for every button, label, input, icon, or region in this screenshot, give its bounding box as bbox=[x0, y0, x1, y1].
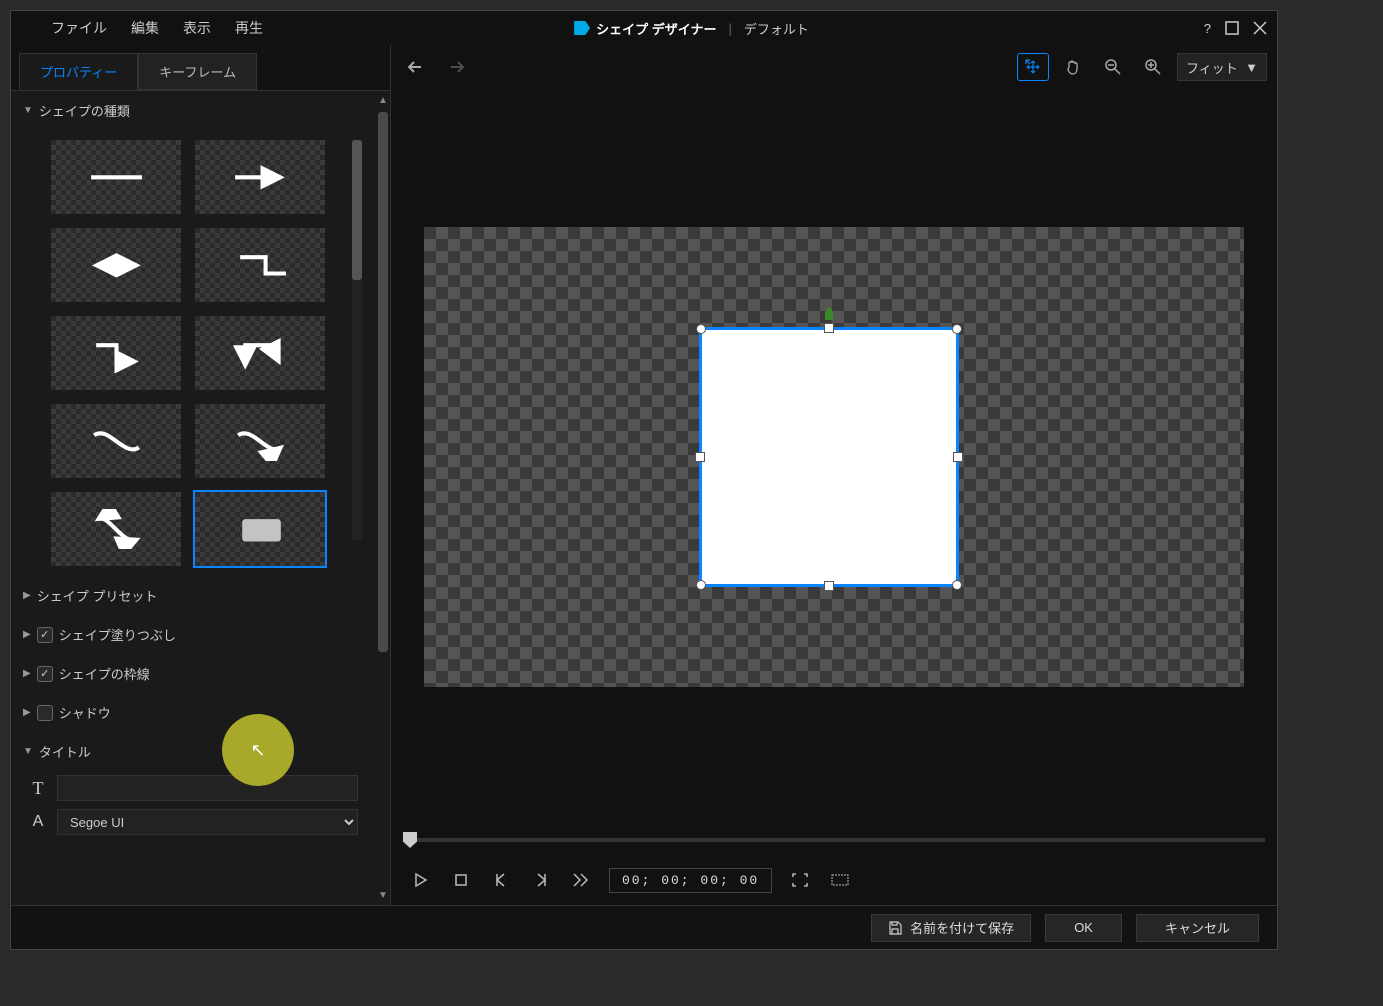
title-text-input[interactable] bbox=[57, 775, 358, 801]
font-icon: A bbox=[27, 813, 49, 831]
font-select[interactable]: Segoe UI bbox=[57, 809, 358, 835]
resize-handle-se[interactable] bbox=[952, 580, 962, 590]
rotate-handle[interactable] bbox=[825, 308, 833, 320]
menu-edit[interactable]: 編集 bbox=[131, 18, 159, 38]
safe-zone-button[interactable] bbox=[828, 868, 852, 892]
undo-button[interactable] bbox=[401, 53, 433, 81]
playback-controls: 00; 00; 00; 00 bbox=[391, 855, 1277, 905]
save-as-button[interactable]: 名前を付けて保存 bbox=[871, 914, 1031, 942]
save-icon bbox=[888, 921, 902, 935]
timeline-slider[interactable] bbox=[403, 825, 1265, 855]
stop-button[interactable] bbox=[449, 868, 473, 892]
maximize-icon[interactable] bbox=[1225, 21, 1239, 35]
section-shape-type[interactable]: ▼ シェイプの種類 bbox=[11, 91, 374, 130]
section-shape-fill[interactable]: ▶ シェイプ塗りつぶし bbox=[11, 615, 374, 654]
play-button[interactable] bbox=[409, 868, 433, 892]
shadow-checkbox[interactable] bbox=[37, 705, 53, 721]
resize-handle-n[interactable] bbox=[824, 323, 834, 333]
zoom-in-button[interactable] bbox=[1137, 53, 1169, 81]
shape-border-checkbox[interactable] bbox=[37, 666, 53, 682]
shape-line[interactable] bbox=[51, 140, 181, 214]
ok-button[interactable]: OK bbox=[1045, 914, 1122, 942]
shape-grid-scrollbar[interactable] bbox=[352, 140, 362, 540]
resize-handle-sw[interactable] bbox=[696, 580, 706, 590]
selected-shape[interactable] bbox=[699, 327, 959, 587]
section-shadow[interactable]: ▶ シャドウ bbox=[11, 693, 374, 732]
properties-panel: プロパティー キーフレーム ▼ シェイプの種類 bbox=[11, 45, 391, 905]
menu-play[interactable]: 再生 bbox=[235, 18, 263, 38]
shape-arrow-right[interactable] bbox=[195, 140, 325, 214]
shape-step[interactable] bbox=[195, 228, 325, 302]
zoom-out-button[interactable] bbox=[1097, 53, 1129, 81]
close-icon[interactable] bbox=[1253, 21, 1267, 35]
shape-fill-checkbox[interactable] bbox=[37, 627, 53, 643]
resize-handle-s[interactable] bbox=[824, 581, 834, 591]
app-title: シェイプ デザイナー bbox=[596, 19, 716, 38]
shape-library-grid bbox=[11, 130, 374, 576]
section-shape-preset[interactable]: ▶ シェイプ プリセット bbox=[11, 576, 374, 615]
section-shape-border[interactable]: ▶ シェイプの枠線 bbox=[11, 654, 374, 693]
canvas-toolbar: フィット▼ bbox=[391, 45, 1277, 89]
cancel-button[interactable]: キャンセル bbox=[1136, 914, 1259, 942]
shape-turn-arrow[interactable] bbox=[195, 316, 325, 390]
menu-view[interactable]: 表示 bbox=[183, 18, 211, 38]
text-icon: T bbox=[27, 778, 49, 799]
help-icon[interactable]: ? bbox=[1204, 21, 1211, 36]
tab-properties[interactable]: プロパティー bbox=[19, 53, 138, 90]
menu-file[interactable]: ファイル bbox=[51, 18, 107, 38]
fast-forward-button[interactable] bbox=[569, 868, 593, 892]
resize-handle-ne[interactable] bbox=[952, 324, 962, 334]
playhead[interactable] bbox=[403, 832, 417, 848]
titlebar: ファイル 編集 表示 再生 シェイプ デザイナー | デフォルト ? bbox=[11, 11, 1277, 45]
redo-button[interactable] bbox=[439, 53, 471, 81]
shape-arrow-both[interactable] bbox=[51, 228, 181, 302]
section-title[interactable]: ▼ タイトル bbox=[11, 732, 374, 771]
resize-handle-nw[interactable] bbox=[696, 324, 706, 334]
zoom-fit-dropdown[interactable]: フィット▼ bbox=[1177, 53, 1267, 81]
document-name: デフォルト bbox=[744, 19, 809, 38]
shape-curve-turn-arrow[interactable] bbox=[51, 492, 181, 566]
move-tool[interactable] bbox=[1017, 53, 1049, 81]
panel-scrollbar[interactable]: ▲ ▼ bbox=[378, 95, 388, 901]
shape-rectangle[interactable] bbox=[195, 492, 325, 566]
chevron-down-icon: ▼ bbox=[1245, 60, 1258, 75]
next-frame-button[interactable] bbox=[529, 868, 553, 892]
canvas[interactable] bbox=[424, 227, 1244, 687]
shape-curve-arrow[interactable] bbox=[195, 404, 325, 478]
resize-handle-e[interactable] bbox=[953, 452, 963, 462]
shape-curve[interactable] bbox=[51, 404, 181, 478]
prev-frame-button[interactable] bbox=[489, 868, 513, 892]
resize-handle-w[interactable] bbox=[695, 452, 705, 462]
app-logo-icon bbox=[574, 21, 590, 35]
timecode[interactable]: 00; 00; 00; 00 bbox=[609, 868, 772, 893]
dialog-footer: 名前を付けて保存 OK キャンセル bbox=[11, 905, 1277, 949]
tab-keyframes[interactable]: キーフレーム bbox=[138, 53, 257, 90]
shape-step-arrow[interactable] bbox=[51, 316, 181, 390]
fullscreen-button[interactable] bbox=[788, 868, 812, 892]
pan-tool[interactable] bbox=[1057, 53, 1089, 81]
